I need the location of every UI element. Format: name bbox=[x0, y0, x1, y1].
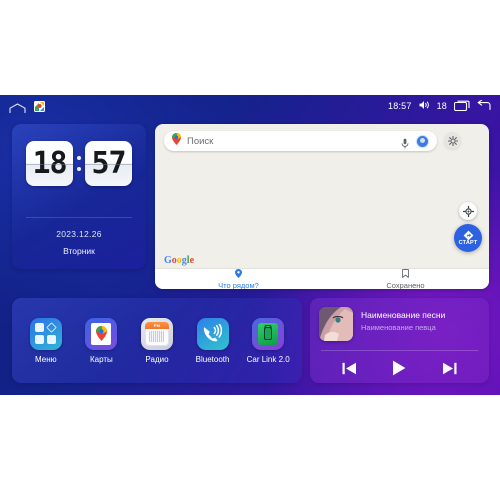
play-icon[interactable] bbox=[386, 358, 412, 378]
clock-weekday: Вторник bbox=[63, 246, 95, 256]
app-menu-label: Меню bbox=[34, 354, 57, 364]
app-car-link[interactable]: Car Link 2.0 bbox=[242, 317, 294, 364]
status-bar-left bbox=[9, 100, 45, 113]
app-bluetooth[interactable]: Bluetooth bbox=[187, 317, 239, 364]
status-bar: 18:57 18 bbox=[0, 95, 500, 117]
nav-saved[interactable]: Сохранено bbox=[322, 268, 489, 290]
flip-clock: 18 57 bbox=[12, 141, 146, 186]
music-divider bbox=[321, 350, 478, 351]
music-player-widget: Наименование песни Наименование певца bbox=[310, 298, 489, 383]
maps-icon[interactable] bbox=[34, 100, 45, 112]
app-radio[interactable]: FM Радио bbox=[131, 317, 183, 364]
map-pin-icon bbox=[172, 132, 181, 150]
radio-speaker-mesh bbox=[149, 330, 165, 342]
search-placeholder: Поиск bbox=[187, 135, 214, 147]
app-radio-label: Радио bbox=[145, 354, 169, 364]
app-menu[interactable]: Меню bbox=[20, 317, 72, 364]
start-label: СТАРТ bbox=[458, 240, 478, 246]
clock-colon bbox=[76, 141, 82, 186]
clock-date: 2023.12.26 bbox=[56, 229, 102, 239]
bluetooth-phone-icon bbox=[196, 317, 229, 350]
nav-saved-label: Сохранено bbox=[386, 280, 425, 290]
google-logo-letter: e bbox=[189, 255, 195, 266]
gear-icon[interactable] bbox=[444, 132, 461, 149]
status-time: 18:57 bbox=[388, 101, 412, 111]
radio-icon: FM bbox=[140, 317, 173, 350]
car-head-unit-screen: 18:57 18 18 57 2023.12.26 Вторник Поиск … bbox=[0, 95, 500, 395]
app-car-link-label: Car Link 2.0 bbox=[246, 354, 290, 364]
search-input[interactable]: Поиск bbox=[164, 131, 437, 151]
app-dock: Меню Карты FM Радио Bluetooth Car Link 2… bbox=[12, 298, 302, 383]
clock-minutes: 57 bbox=[91, 145, 126, 181]
next-track-icon[interactable] bbox=[437, 358, 463, 378]
recent-apps-icon[interactable] bbox=[453, 100, 470, 113]
microphone-icon[interactable] bbox=[401, 136, 409, 148]
radio-band-label: FM bbox=[144, 321, 169, 329]
clock-widget[interactable]: 18 57 2023.12.26 Вторник bbox=[12, 124, 146, 269]
clock-hours: 18 bbox=[32, 145, 67, 181]
app-maps[interactable]: Карты bbox=[75, 317, 127, 364]
app-maps-label: Карты bbox=[89, 354, 113, 364]
track-title: Наименование песни bbox=[361, 310, 446, 320]
nav-nearby[interactable]: Что рядом? bbox=[155, 268, 322, 290]
track-artist: Наименование певца bbox=[361, 323, 436, 332]
car-link-icon bbox=[252, 317, 285, 350]
bookmark-icon bbox=[402, 268, 409, 280]
search-actions bbox=[401, 134, 429, 148]
apps-grid-icon bbox=[29, 317, 62, 350]
maps-bottom-nav: Что рядом? Сохранено bbox=[155, 268, 489, 289]
volume-level: 18 bbox=[436, 101, 447, 111]
home-icon[interactable] bbox=[9, 101, 26, 113]
clock-minutes-cell: 57 bbox=[85, 141, 132, 186]
nav-nearby-label: Что рядом? bbox=[218, 280, 259, 290]
clock-divider bbox=[26, 217, 132, 218]
volume-icon[interactable] bbox=[419, 100, 430, 112]
back-icon[interactable] bbox=[477, 99, 491, 113]
start-navigation-button[interactable]: СТАРТ bbox=[454, 224, 482, 252]
google-logo: Google bbox=[164, 256, 194, 266]
maps-icon bbox=[85, 317, 118, 350]
album-art bbox=[319, 307, 353, 341]
music-controls bbox=[310, 356, 489, 380]
my-location-icon[interactable] bbox=[459, 202, 477, 220]
previous-track-icon[interactable] bbox=[336, 358, 362, 378]
maps-widget[interactable]: Поиск Google СТАРТ Что рядом? Сохранено bbox=[155, 124, 489, 289]
google-logo-letter: G bbox=[164, 255, 172, 266]
clock-hours-cell: 18 bbox=[26, 141, 73, 186]
app-bluetooth-label: Bluetooth bbox=[195, 354, 230, 364]
account-avatar-icon[interactable] bbox=[416, 134, 429, 148]
status-bar-right: 18:57 18 bbox=[388, 99, 491, 113]
nearby-pin-icon bbox=[235, 268, 242, 280]
